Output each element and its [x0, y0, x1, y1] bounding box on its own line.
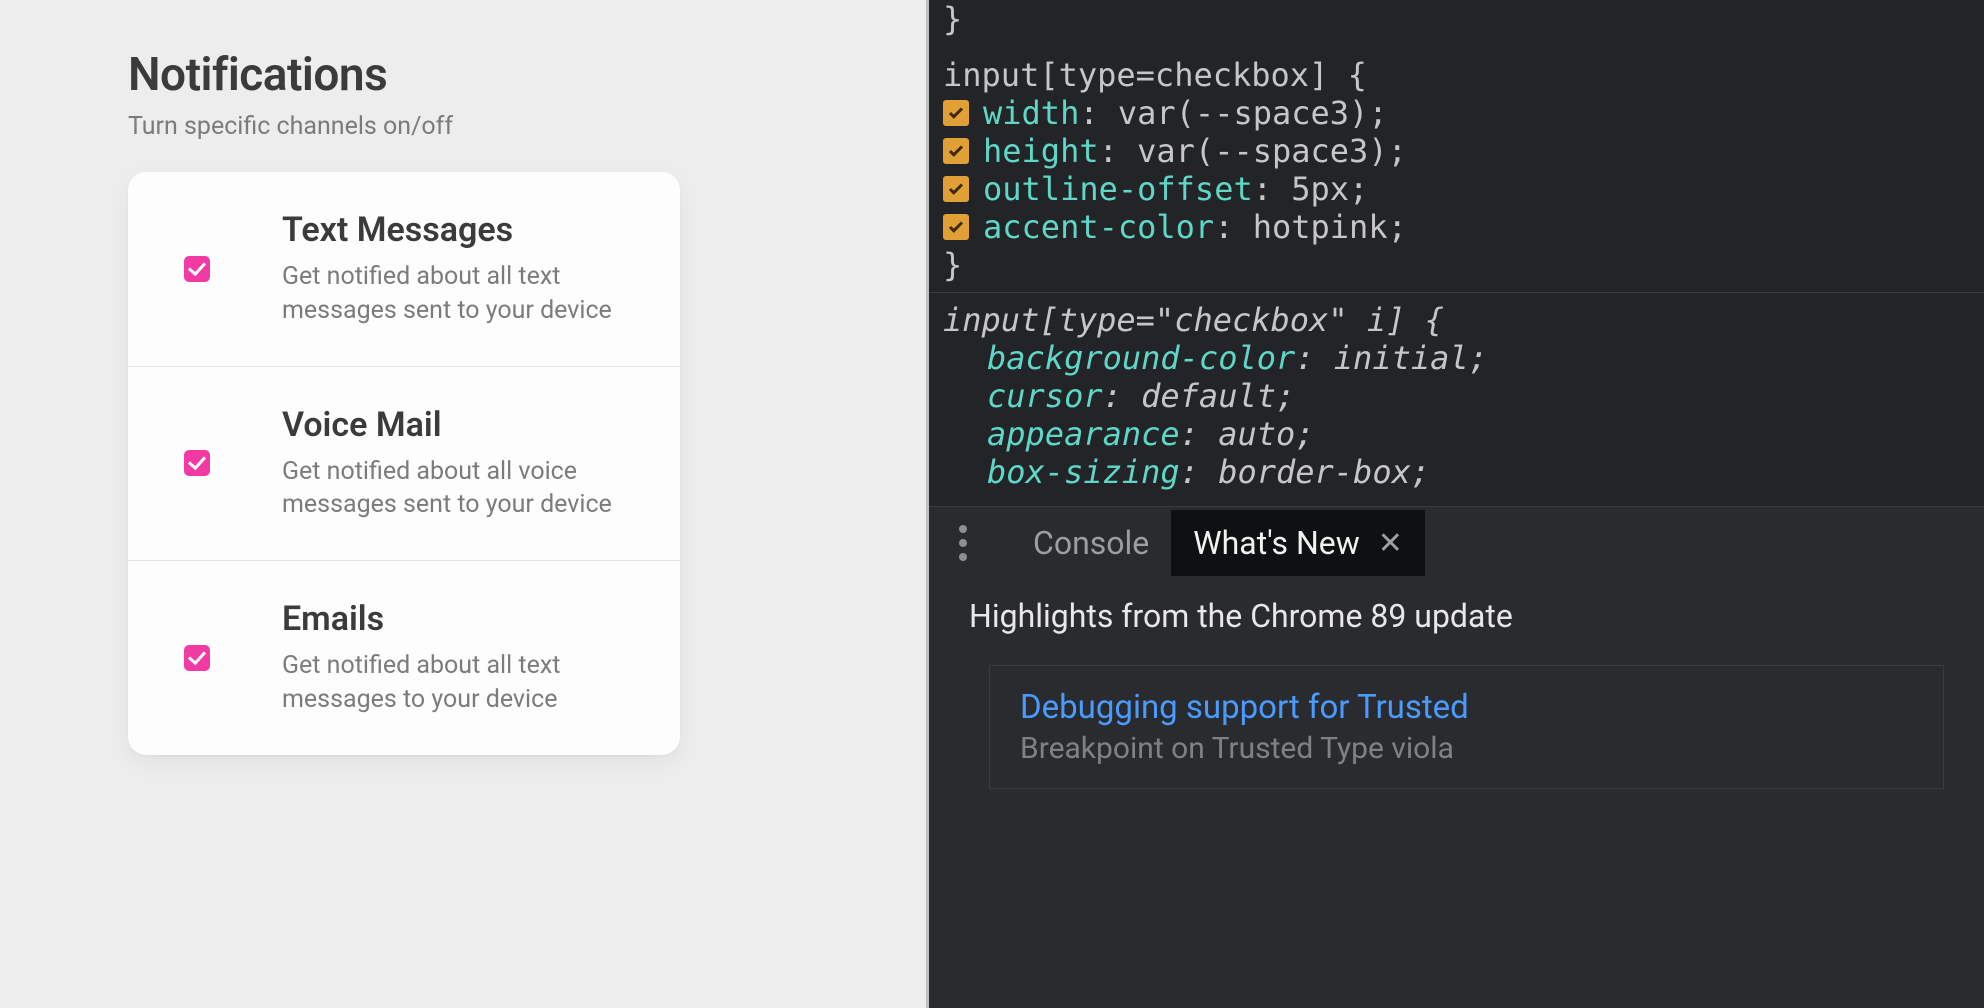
item-title: Emails	[282, 599, 622, 639]
item-title: Voice Mail	[282, 405, 622, 445]
page-heading: Notifications Turn specific channels on/…	[128, 48, 453, 141]
css-declaration-ua: appearance: auto;	[943, 415, 1984, 453]
tab-label: What's New	[1193, 524, 1360, 562]
css-declaration[interactable]: height: var(--space3);	[943, 132, 1984, 170]
close-icon[interactable]: ✕	[1378, 526, 1403, 561]
item-text: Emails Get notified about all text messa…	[282, 599, 622, 717]
notification-item-emails: Emails Get notified about all text messa…	[128, 561, 680, 755]
declaration-toggle[interactable]	[943, 100, 969, 126]
item-title: Text Messages	[282, 210, 622, 250]
drawer-tabstrip: Console What's New ✕	[929, 507, 1984, 579]
item-text: Text Messages Get notified about all tex…	[282, 210, 622, 328]
check-icon	[947, 142, 965, 160]
checkbox-voice-mail[interactable]	[184, 450, 210, 476]
css-selector[interactable]: input[type=checkbox] {	[943, 56, 1984, 94]
page-subtitle: Turn specific channels on/off	[128, 112, 453, 141]
item-desc: Get notified about all voice messages se…	[282, 455, 622, 523]
drawer-heading: Highlights from the Chrome 89 update	[969, 597, 1944, 635]
declaration-toggle[interactable]	[943, 176, 969, 202]
devtools-panel: } input[type=checkbox] { width: var(--sp…	[929, 0, 1984, 1008]
check-icon	[947, 104, 965, 122]
rendered-page: Notifications Turn specific channels on/…	[0, 0, 929, 1008]
check-icon	[947, 218, 965, 236]
css-declaration-ua: box-sizing: border-box;	[943, 453, 1984, 491]
item-desc: Get notified about all text messages to …	[282, 649, 622, 717]
devtools-drawer: Console What's New ✕ Highlights from the…	[929, 506, 1984, 1008]
checkbox-emails[interactable]	[184, 645, 210, 671]
check-icon	[947, 180, 965, 198]
declaration-toggle[interactable]	[943, 138, 969, 164]
styles-pane[interactable]: } input[type=checkbox] { width: var(--sp…	[929, 0, 1984, 506]
article-subtitle: Breakpoint on Trusted Type viola	[1020, 731, 1913, 766]
tab-label: Console	[1033, 524, 1149, 562]
tab-console[interactable]: Console	[1011, 510, 1171, 576]
css-declaration[interactable]: outline-offset: 5px;	[943, 170, 1984, 208]
notifications-card: Text Messages Get notified about all tex…	[128, 172, 680, 755]
item-desc: Get notified about all text messages sen…	[282, 260, 622, 328]
tab-whats-new[interactable]: What's New ✕	[1171, 510, 1425, 576]
notification-item-voice-mail: Voice Mail Get notified about all voice …	[128, 367, 680, 562]
item-text: Voice Mail Get notified about all voice …	[282, 405, 622, 523]
checkbox-text-messages[interactable]	[184, 256, 210, 282]
page-title: Notifications	[128, 48, 453, 102]
drawer-body: Highlights from the Chrome 89 update Deb…	[929, 579, 1984, 789]
css-brace: }	[943, 246, 1984, 284]
css-declaration-ua: cursor: default;	[943, 377, 1984, 415]
kebab-menu-icon[interactable]	[959, 525, 967, 561]
css-brace: }	[943, 0, 1984, 38]
css-declaration[interactable]: width: var(--space3);	[943, 94, 1984, 132]
whats-new-article[interactable]: Debugging support for Trusted Breakpoint…	[989, 665, 1944, 789]
css-declaration[interactable]: accent-color: hotpink;	[943, 208, 1984, 246]
css-selector-ua: input[type="checkbox" i] {	[943, 301, 1984, 339]
rule-divider	[929, 292, 1984, 293]
article-title: Debugging support for Trusted	[1020, 688, 1913, 727]
notification-item-text-messages: Text Messages Get notified about all tex…	[128, 172, 680, 367]
css-declaration-ua: background-color: initial;	[943, 339, 1984, 377]
declaration-toggle[interactable]	[943, 214, 969, 240]
